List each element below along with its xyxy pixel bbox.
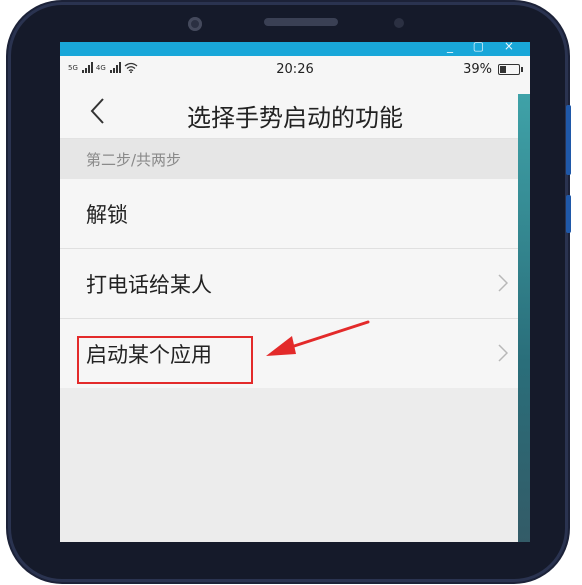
phone-screen: _ ▢ × 5G 4G 20:26 39% 选择手势启动的功能 第二步/共两步 … <box>60 42 530 542</box>
page-header: 选择手势启动的功能 <box>60 86 530 139</box>
battery-fill <box>500 66 506 73</box>
power-button <box>566 195 571 233</box>
status-time: 20:26 <box>276 62 314 77</box>
screenshot-stage: _ ▢ × 5G 4G 20:26 39% 选择手势启动的功能 第二步/共两步 … <box>0 0 582 585</box>
battery-status: 39% <box>463 62 523 77</box>
battery-percent: 39% <box>463 62 492 77</box>
earpiece-speaker <box>264 18 338 26</box>
list-item-label: 打电话给某人 <box>86 272 212 297</box>
proximity-sensor <box>394 18 404 28</box>
status-bar: 5G 4G 20:26 39% <box>60 56 530 86</box>
front-camera <box>188 17 202 31</box>
volume-button <box>566 105 571 175</box>
function-list: 解锁 打电话给某人 启动某个应用 <box>60 179 530 388</box>
battery-icon <box>498 64 523 75</box>
list-item-label: 解锁 <box>86 202 128 227</box>
window-controls[interactable]: _ ▢ × <box>447 42 522 53</box>
step-label: 第二步/共两步 <box>86 150 182 169</box>
chevron-right-icon <box>498 274 508 292</box>
page-title: 选择手势启动的功能 <box>187 104 403 132</box>
chevron-right-icon <box>498 344 508 362</box>
list-item-launch-app[interactable]: 启动某个应用 <box>60 319 530 388</box>
window-title-strip: _ ▢ × <box>60 42 530 56</box>
step-indicator: 第二步/共两步 <box>60 139 530 179</box>
list-item-unlock[interactable]: 解锁 <box>60 179 530 249</box>
list-item-call-someone[interactable]: 打电话给某人 <box>60 249 530 319</box>
list-item-label: 启动某个应用 <box>86 342 212 367</box>
